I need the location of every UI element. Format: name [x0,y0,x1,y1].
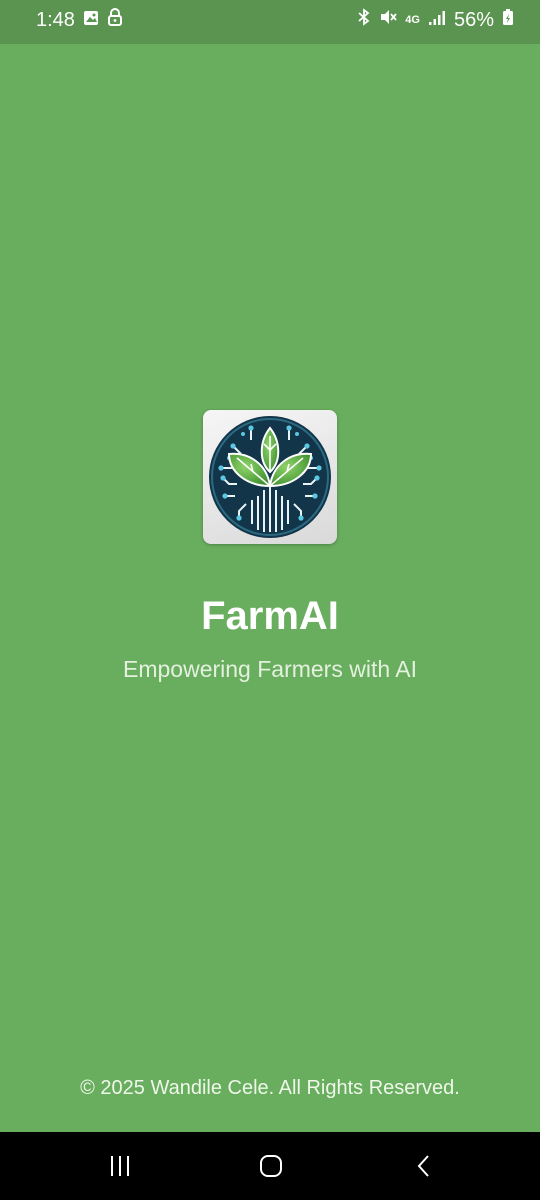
battery-icon [502,8,514,32]
mute-icon [379,8,397,32]
recent-apps-button[interactable] [100,1150,140,1182]
status-right: 4G 56% [357,8,514,32]
copyright-footer: © 2025 Wandile Cele. All Rights Reserved… [80,1077,460,1099]
signal-icon [428,9,446,32]
status-bar: 1:48 4G 56% [0,0,540,44]
image-icon [83,9,99,32]
system-nav-bar [0,1132,540,1200]
back-icon [417,1155,429,1177]
status-time: 1:48 [36,8,75,31]
farmai-logo [203,410,337,544]
lock-icon [107,8,123,32]
status-left: 1:48 [36,8,123,32]
home-icon [260,1155,282,1177]
app-tagline: Empowering Farmers with AI [123,656,417,682]
home-button[interactable] [251,1150,291,1182]
splash-screen: 1:48 4G 56% FarmAI Empowering Farmers wi… [0,0,540,1200]
back-button[interactable] [404,1150,444,1182]
battery-percent: 56% [453,8,494,31]
recent-apps-icon [111,1156,129,1176]
bluetooth-icon [357,8,371,32]
app-title: FarmAI [201,594,339,638]
logo-graphic [209,416,331,538]
splash-content: FarmAI Empowering Farmers with AI [0,410,540,684]
network-type: 4G [405,14,420,26]
